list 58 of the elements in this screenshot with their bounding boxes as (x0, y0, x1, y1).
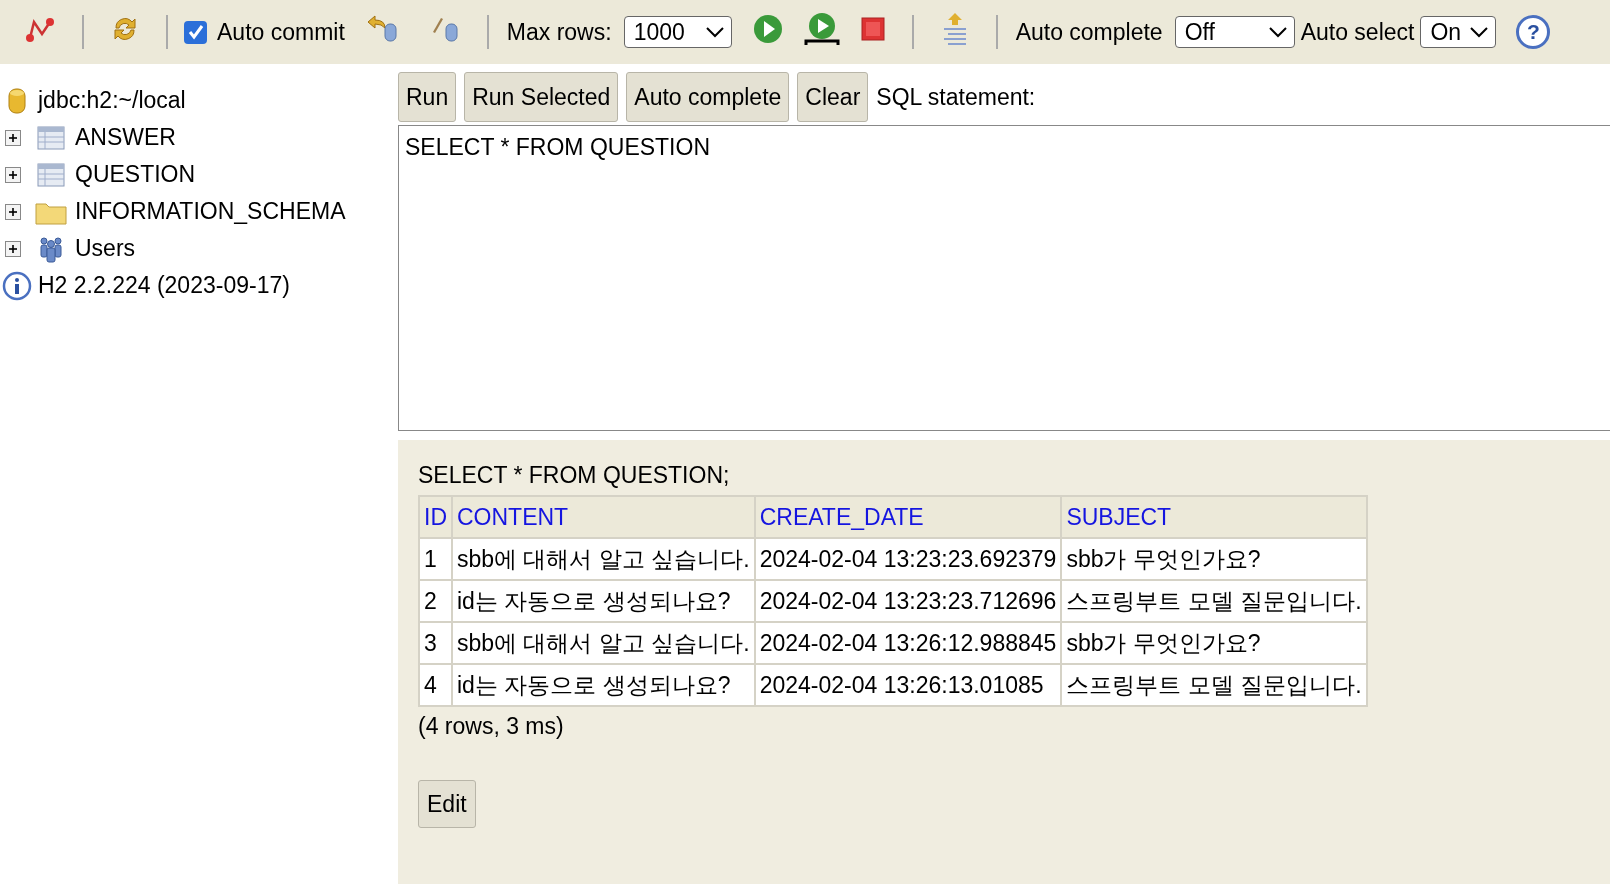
max-rows-select[interactable]: 1000 (623, 16, 732, 48)
table-cell: sbb에 대해서 알고 싶습니다. (452, 538, 755, 580)
auto-select-select[interactable]: On (1420, 16, 1497, 48)
edit-button[interactable]: Edit (418, 780, 476, 828)
expand-toggle[interactable] (6, 167, 20, 182)
table-cell: 2024-02-04 13:26:13.01085 (754, 664, 1062, 706)
table-cell: 스프링부트 모델 질문입니다. (1061, 664, 1367, 706)
expand-toggle[interactable] (6, 130, 20, 145)
table-cell: 1 (419, 538, 452, 580)
table-cell: 2024-02-04 13:26:12.988845 (754, 622, 1062, 664)
caret-icon (704, 26, 725, 38)
auto-commit-checkbox[interactable] (184, 20, 207, 44)
caret-icon (1267, 26, 1288, 38)
table-cell: id는 자동으로 생성되나요? (452, 580, 755, 622)
table-icon (37, 162, 65, 187)
executed-statement: SELECT * FROM QUESTION; (418, 462, 731, 489)
stop-icon[interactable] (859, 16, 886, 42)
sql-statement-label: SQL statement: (876, 83, 1036, 111)
database-icon (7, 86, 27, 115)
column-header[interactable]: CREATE_DATE (754, 496, 1062, 538)
help-button[interactable]: ? (1516, 15, 1551, 49)
info-icon (2, 270, 32, 301)
result-summary: (4 rows, 3 ms) (418, 713, 564, 739)
table-cell: id는 자동으로 생성되나요? (452, 664, 755, 706)
max-rows-label: Max rows: (506, 18, 612, 46)
expand-toggle[interactable] (6, 241, 20, 256)
table-cell: 3 (419, 622, 452, 664)
column-header[interactable]: SUBJECT (1061, 496, 1367, 538)
auto-select-label: Auto select (1300, 18, 1415, 46)
table-cell: 4 (419, 664, 452, 706)
query-button[interactable]: Clear (797, 72, 869, 122)
run-icon[interactable] (751, 13, 784, 45)
table-icon (37, 125, 65, 150)
users-icon (37, 234, 65, 263)
table-cell: sbb가 무엇인가요? (1061, 538, 1367, 580)
tree-item-label[interactable]: ANSWER (75, 124, 176, 151)
table-cell: 2024-02-04 13:23:23.692379 (754, 538, 1062, 580)
query-button[interactable]: Run (398, 72, 457, 122)
tree-item-label[interactable]: jdbc:h2:~/local (38, 87, 186, 114)
auto-commit-label: Auto commit (217, 18, 345, 46)
caret-icon (1469, 26, 1490, 38)
tree-item-label: H2 2.2.224 (2023-09-17) (38, 272, 290, 299)
column-header[interactable]: CONTENT (452, 496, 755, 538)
column-header[interactable]: ID (419, 496, 452, 538)
auto-complete-select[interactable]: Off (1174, 16, 1295, 48)
sql-editor[interactable]: SELECT * FROM QUESTION (398, 125, 1610, 431)
tree-item-label[interactable]: QUESTION (75, 161, 196, 188)
expand-toggle[interactable] (6, 204, 20, 219)
auto-complete-label: Auto complete (1015, 18, 1163, 46)
table-cell: sbb에 대해서 알고 싶습니다. (452, 622, 755, 664)
tree-item-label[interactable]: INFORMATION_SCHEMA (75, 198, 346, 225)
tree-item-label[interactable]: Users (75, 235, 136, 262)
table-cell: 2 (419, 580, 452, 622)
query-button[interactable]: Auto complete (626, 72, 790, 122)
query-button[interactable]: Run Selected (464, 72, 619, 122)
table-cell: sbb가 무엇인가요? (1061, 622, 1367, 664)
table-cell: 스프링부트 모델 질문입니다. (1061, 580, 1367, 622)
table-cell: 2024-02-04 13:23:23.712696 (754, 580, 1062, 622)
